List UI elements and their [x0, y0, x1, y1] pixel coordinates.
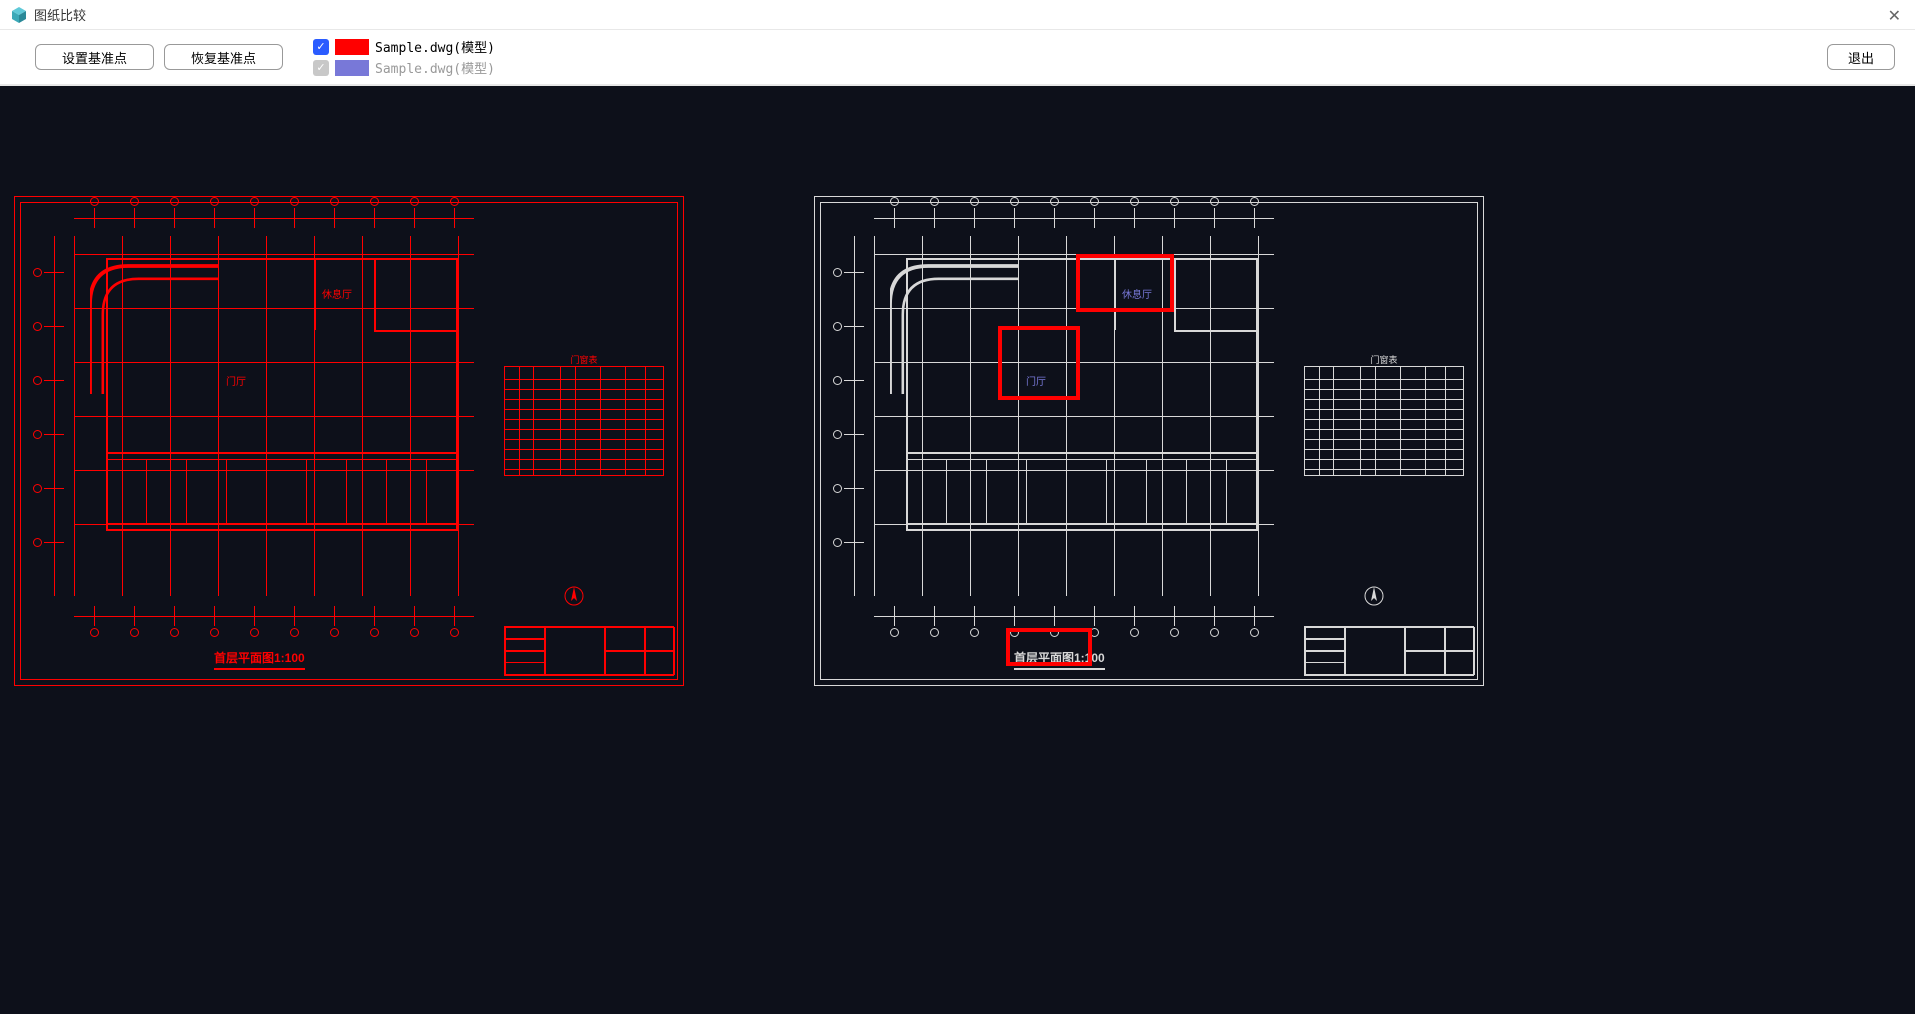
legend-row-1: ✓ Sample.dwg(模型) [313, 37, 495, 56]
dims-top [74, 208, 474, 228]
north-arrow-icon [1364, 586, 1384, 606]
legend-row-2: ✓ Sample.dwg(模型) [313, 58, 495, 77]
drawing-viewport[interactable]: 门厅 休息厅 门窗表 [0, 86, 1915, 1014]
legend-label-2: Sample.dwg(模型) [375, 58, 495, 77]
exit-button[interactable]: 退出 [1827, 44, 1895, 70]
left-drawing-panel[interactable]: 门厅 休息厅 门窗表 [14, 196, 684, 686]
legend-checkbox-2[interactable]: ✓ [313, 60, 329, 76]
toolbar: 设置基准点 恢复基准点 ✓ Sample.dwg(模型) ✓ Sample.dw… [0, 30, 1915, 86]
floorplan: 门厅 休息厅 [74, 236, 474, 596]
curved-wall [90, 258, 218, 402]
room-label-hall: 门厅 [1026, 373, 1046, 388]
drawing-title-text: 首层平面图1:100 [1014, 651, 1105, 665]
schedule-title: 门窗表 [505, 353, 663, 366]
drawing-title: 首层平面图1:100 [214, 649, 305, 670]
close-button[interactable]: ✕ [1882, 6, 1907, 26]
drawing-title-text: 首层平面图1:100 [214, 651, 305, 665]
titleblock [504, 626, 674, 676]
dims-top [874, 208, 1274, 228]
legend-color-1 [335, 39, 369, 55]
titleblock [1304, 626, 1474, 676]
set-datum-button[interactable]: 设置基准点 [35, 44, 154, 70]
schedule-table: 门窗表 [504, 366, 664, 476]
dims-bottom [874, 606, 1274, 626]
window-title: 图纸比较 [34, 5, 86, 24]
legend-label-1: Sample.dwg(模型) [375, 37, 495, 56]
room-label-lounge: 休息厅 [322, 286, 352, 301]
north-arrow-icon [564, 586, 584, 606]
right-drawing-panel[interactable]: 门厅 休息厅 门窗表 [814, 196, 1484, 686]
floorplan: 门厅 休息厅 [874, 236, 1274, 596]
room-label-hall: 门厅 [226, 373, 246, 388]
dims-left [844, 236, 864, 596]
dims-bottom [74, 606, 474, 626]
schedule-table: 门窗表 [1304, 366, 1464, 476]
restore-datum-button[interactable]: 恢复基准点 [164, 44, 283, 70]
room-label-lounge: 休息厅 [1122, 286, 1152, 301]
drawing-title: 首层平面图1:100 [1014, 649, 1105, 670]
legend-color-2 [335, 60, 369, 76]
curved-wall [890, 258, 1018, 402]
legend-checkbox-1[interactable]: ✓ [313, 39, 329, 55]
legend: ✓ Sample.dwg(模型) ✓ Sample.dwg(模型) [313, 37, 495, 77]
schedule-title: 门窗表 [1305, 353, 1463, 366]
titlebar: 图纸比较 ✕ [0, 0, 1915, 30]
dims-left [44, 236, 64, 596]
app-icon [10, 6, 28, 24]
